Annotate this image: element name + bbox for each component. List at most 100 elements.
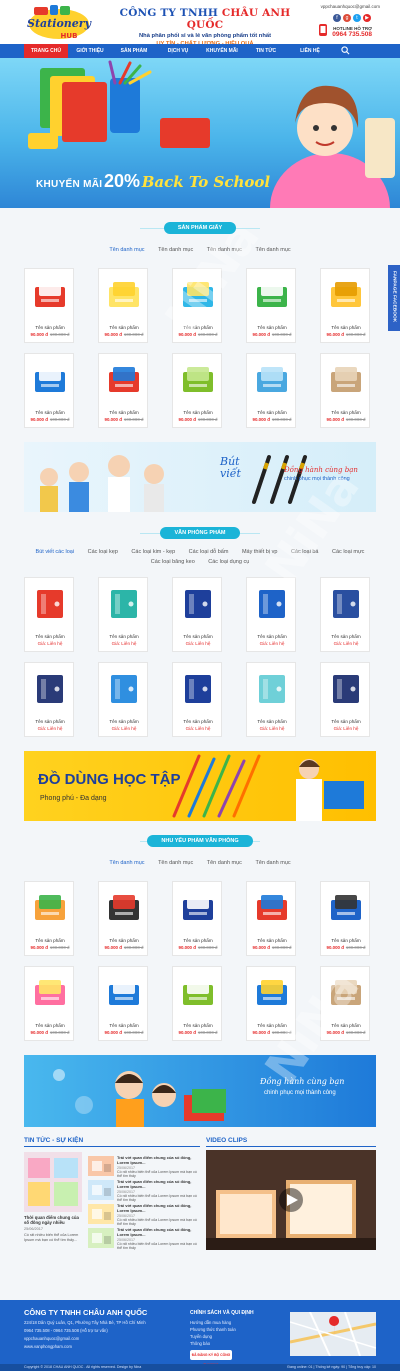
search-icon[interactable]	[341, 46, 350, 55]
tab-needs-4[interactable]: Tên danh mục	[255, 860, 290, 866]
product-image[interactable]	[253, 277, 291, 311]
product-name[interactable]: Tên sản phẩm	[247, 410, 297, 415]
news-item[interactable]: Trái với quan điểm chung của số đông, Lo…	[88, 1179, 200, 1202]
product-card[interactable]: Tên sản phẩm Giá: Liên hệ	[24, 577, 74, 652]
product-card[interactable]: Tên sản phẩm 90.000 đ 100.000 đ	[172, 268, 222, 343]
product-card[interactable]: Tên sản phẩm 90.000 đ 100.000 đ	[320, 881, 370, 956]
tab-paper-3[interactable]: Tên danh mục	[207, 247, 242, 253]
product-name[interactable]: Tên sản phẩm	[25, 634, 75, 639]
product-card[interactable]: Tên sản phẩm 90.000 đ 100.000 đ	[24, 966, 74, 1041]
product-image[interactable]	[31, 890, 69, 924]
product-card[interactable]: Tên sản phẩm 90.000 đ 100.000 đ	[24, 881, 74, 956]
product-card[interactable]: Tên sản phẩm 90.000 đ 100.000 đ	[98, 353, 148, 428]
video-player[interactable]	[206, 1150, 376, 1250]
tab-office-tools[interactable]: Các loại dụng cụ	[208, 559, 249, 565]
product-name[interactable]: Tên sản phẩm	[99, 719, 149, 724]
product-name[interactable]: Tên sản phẩm	[247, 938, 297, 943]
nav-item-about[interactable]: GIỚI THIỆU	[68, 44, 112, 58]
product-image[interactable]	[105, 671, 143, 705]
product-name[interactable]: Tên sản phẩm	[173, 1023, 223, 1028]
product-image[interactable]	[179, 671, 217, 705]
product-name[interactable]: Tên sản phẩm	[99, 325, 149, 330]
nav-item-services[interactable]: DỊCH VỤ	[156, 44, 200, 58]
product-image[interactable]	[327, 586, 365, 620]
product-card[interactable]: Tên sản phẩm 90.000 đ 100.000 đ	[320, 353, 370, 428]
product-image[interactable]	[327, 277, 365, 311]
product-card[interactable]: Tên sản phẩm Giá: Liên hệ	[172, 662, 222, 737]
footer-phone[interactable]: 0964 735.508 - 0964 735.508 (Hỗ trợ tư v…	[24, 1328, 108, 1333]
product-card[interactable]: Tên sản phẩm 90.000 đ 100.000 đ	[172, 881, 222, 956]
news-thumbnail[interactable]	[88, 1228, 114, 1248]
product-name[interactable]: Tên sản phẩm	[321, 938, 371, 943]
tab-office-ink[interactable]: Các loại mực	[332, 549, 364, 555]
product-image[interactable]	[31, 362, 69, 396]
tab-paper-2[interactable]: Tên danh mục	[158, 247, 193, 253]
product-image[interactable]	[105, 890, 143, 924]
product-image[interactable]	[253, 362, 291, 396]
product-name[interactable]: Tên sản phẩm	[99, 634, 149, 639]
news-item-title[interactable]: Trái với quan điểm chung của số đông, Lo…	[117, 1227, 199, 1237]
product-card[interactable]: Tên sản phẩm 90.000 đ 100.000 đ	[98, 881, 148, 956]
hero-banner[interactable]: KHUYẾN MÃI 20% Back To School	[0, 58, 400, 208]
policy-link-payment[interactable]: Phương thức thanh toán	[190, 1327, 236, 1332]
product-name[interactable]: Tên sản phẩm	[25, 325, 75, 330]
product-name[interactable]: Tên sản phẩm	[25, 938, 75, 943]
product-card[interactable]: Tên sản phẩm 90.000 đ 100.000 đ	[320, 966, 370, 1041]
product-name[interactable]: Tên sản phẩm	[321, 719, 371, 724]
product-name[interactable]: Tên sản phẩm	[173, 325, 223, 330]
kids-banner[interactable]: Đồng hành cùng bạn chinh phục mọi thành …	[24, 1055, 376, 1127]
product-card[interactable]: Tên sản phẩm 90.000 đ 100.000 đ	[246, 881, 296, 956]
product-name[interactable]: Tên sản phẩm	[173, 410, 223, 415]
product-name[interactable]: Tên sản phẩm	[173, 719, 223, 724]
product-image[interactable]	[253, 975, 291, 1009]
product-image[interactable]	[31, 277, 69, 311]
policy-link-jobs[interactable]: Tuyển dụng	[190, 1334, 212, 1339]
news-item-title[interactable]: Trái với quan điểm chung của số đông, Lo…	[117, 1155, 199, 1165]
product-image[interactable]	[31, 975, 69, 1009]
product-image[interactable]	[105, 975, 143, 1009]
policy-link-guide[interactable]: Hướng dẫn mua hàng	[190, 1320, 231, 1325]
product-card[interactable]: Tên sản phẩm 90.000 đ 100.000 đ	[246, 966, 296, 1041]
product-card[interactable]: Tên sản phẩm 90.000 đ 100.000 đ	[98, 966, 148, 1041]
product-name[interactable]: Tên sản phẩm	[99, 410, 149, 415]
news-featured[interactable]: Thời quan điểm chung của số đông ngày nh…	[24, 1152, 82, 1247]
product-name[interactable]: Tên sản phẩm	[247, 719, 297, 724]
product-image[interactable]	[31, 671, 69, 705]
policy-link-notice[interactable]: Thông báo	[190, 1341, 210, 1346]
product-name[interactable]: Tên sản phẩm	[321, 410, 371, 415]
product-image[interactable]	[179, 362, 217, 396]
tab-needs-3[interactable]: Tên danh mục	[207, 860, 242, 866]
product-card[interactable]: Tên sản phẩm Giá: Liên hệ	[98, 577, 148, 652]
tab-paper-4[interactable]: Tên danh mục	[255, 247, 290, 253]
news-featured-image[interactable]	[24, 1152, 82, 1212]
footer-map[interactable]	[289, 1311, 377, 1357]
nav-item-home[interactable]: TRANG CHỦ	[24, 44, 68, 58]
news-item-title[interactable]: Trái với quan điểm chung của số đông, Lo…	[117, 1179, 199, 1189]
tab-office-clips[interactable]: Các loại kẹp	[88, 549, 118, 555]
news-thumbnail[interactable]	[88, 1156, 114, 1176]
product-image[interactable]	[327, 890, 365, 924]
product-image[interactable]	[179, 277, 217, 311]
product-image[interactable]	[253, 586, 291, 620]
product-image[interactable]	[105, 586, 143, 620]
product-image[interactable]	[105, 277, 143, 311]
school-supplies-banner[interactable]: ĐỒ DÙNG HỌC TẬP Phong phú - Đa dạng	[24, 751, 376, 821]
product-image[interactable]	[327, 671, 365, 705]
header-email[interactable]: vppchauanhquoc@gmail.com	[321, 4, 380, 9]
pen-banner[interactable]: Bút viết Đồng hành cùng bạn chinh phục m…	[24, 442, 376, 512]
product-image[interactable]	[31, 586, 69, 620]
news-item-title[interactable]: Trái với quan điểm chung của số đông, Lo…	[117, 1203, 199, 1213]
product-name[interactable]: Tên sản phẩm	[321, 634, 371, 639]
footer-website[interactable]: www.vanphongpham.com	[24, 1344, 72, 1349]
tab-paper-1[interactable]: Tên danh mục	[109, 247, 144, 253]
facebook-icon[interactable]: f	[333, 14, 341, 22]
product-card[interactable]: Tên sản phẩm 90.000 đ 100.000 đ	[24, 353, 74, 428]
product-card[interactable]: Tên sản phẩm 90.000 đ 100.000 đ	[172, 966, 222, 1041]
facebook-fanpage-tab[interactable]: FANPAGE FACEBOOK	[388, 265, 400, 331]
tab-office-staples[interactable]: Các loại kim - kẹp	[131, 549, 175, 555]
product-name[interactable]: Tên sản phẩm	[247, 325, 297, 330]
product-card[interactable]: Tên sản phẩm Giá: Liên hệ	[320, 577, 370, 652]
product-image[interactable]	[253, 890, 291, 924]
product-name[interactable]: Tên sản phẩm	[247, 634, 297, 639]
site-logo[interactable]: Stationery HUB	[24, 4, 94, 42]
